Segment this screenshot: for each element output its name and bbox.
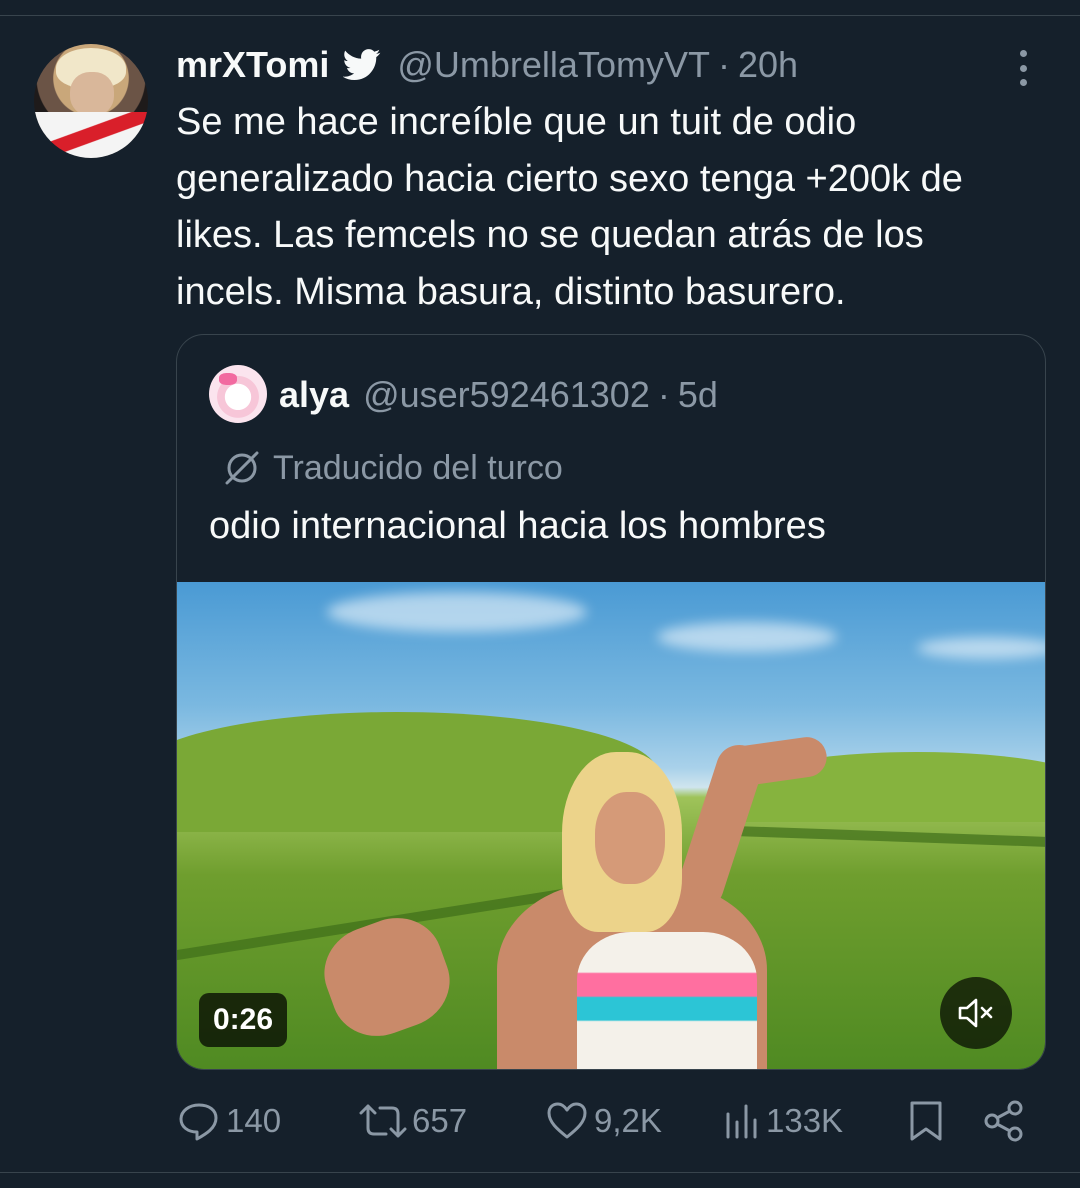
quote-author-handle[interactable]: @user592461302 — [363, 374, 650, 416]
video-player[interactable]: 0:26 — [177, 582, 1045, 1069]
quote-text: odio internacional hacia los hombres — [209, 505, 826, 547]
video-duration: 0:26 — [199, 993, 288, 1047]
mute-button[interactable] — [940, 977, 1012, 1049]
tweet-actions: 140 657 9,2K 133K — [176, 1096, 1036, 1146]
tweet-time[interactable]: 20h — [738, 44, 798, 86]
like-count: 9,2K — [594, 1102, 662, 1139]
retweet-count: 657 — [412, 1102, 468, 1139]
reply-icon — [179, 1103, 218, 1141]
tweet-header: mrXTomi @UmbrellaTomyVT · 20h — [176, 40, 798, 90]
translated-notice[interactable]: Traducido del turco — [221, 447, 563, 489]
author-name[interactable]: mrXTomi — [176, 44, 329, 86]
translate-globe-icon — [221, 447, 263, 489]
avatar-face — [70, 72, 114, 116]
person-face — [595, 792, 665, 884]
translated-label: Traducido del turco — [273, 448, 563, 487]
bookmark-icon — [910, 1101, 942, 1141]
quote-author-avatar[interactable] — [209, 365, 267, 423]
speaker-muted-icon — [958, 998, 993, 1028]
top-divider — [0, 15, 1080, 16]
author-handle[interactable]: @UmbrellaTomyVT — [397, 44, 710, 86]
reply-count: 140 — [226, 1102, 282, 1139]
views-chart-icon — [726, 1104, 757, 1139]
reply-button[interactable]: 140 — [176, 1096, 281, 1146]
share-icon — [984, 1100, 1023, 1142]
avatar-shirt — [34, 112, 148, 158]
author-avatar[interactable] — [34, 44, 148, 158]
views-button[interactable]: 133K — [722, 1096, 843, 1146]
heart-icon — [547, 1102, 587, 1139]
separator-dot: · — [717, 44, 730, 85]
tweet-text: Se me hace increíble que un tuit de odio… — [176, 101, 963, 313]
more-options-icon[interactable] — [1008, 50, 1038, 86]
avatar-bow — [219, 373, 237, 385]
field-hedge — [736, 826, 1045, 848]
twitter-bird-icon — [343, 49, 381, 81]
retweet-icon — [359, 1104, 407, 1138]
quote-separator-dot: · — [657, 374, 670, 415]
quoted-tweet[interactable]: alya @user592461302 · 5d Traducido del t… — [176, 334, 1046, 1070]
share-button[interactable] — [982, 1096, 1026, 1146]
sky-cloud — [657, 622, 837, 652]
views-count: 133K — [766, 1102, 844, 1139]
quote-time[interactable]: 5d — [678, 374, 718, 416]
like-button[interactable]: 9,2K — [544, 1096, 662, 1146]
person-dress — [577, 932, 757, 1069]
retweet-button[interactable]: 657 — [358, 1096, 467, 1146]
sky-cloud — [327, 592, 587, 632]
quote-author-name[interactable]: alya — [279, 374, 349, 416]
bottom-divider — [0, 1172, 1080, 1173]
quote-header: alya @user592461302 · 5d — [279, 369, 718, 421]
bookmark-button[interactable] — [906, 1096, 946, 1146]
sky-cloud — [917, 637, 1045, 659]
